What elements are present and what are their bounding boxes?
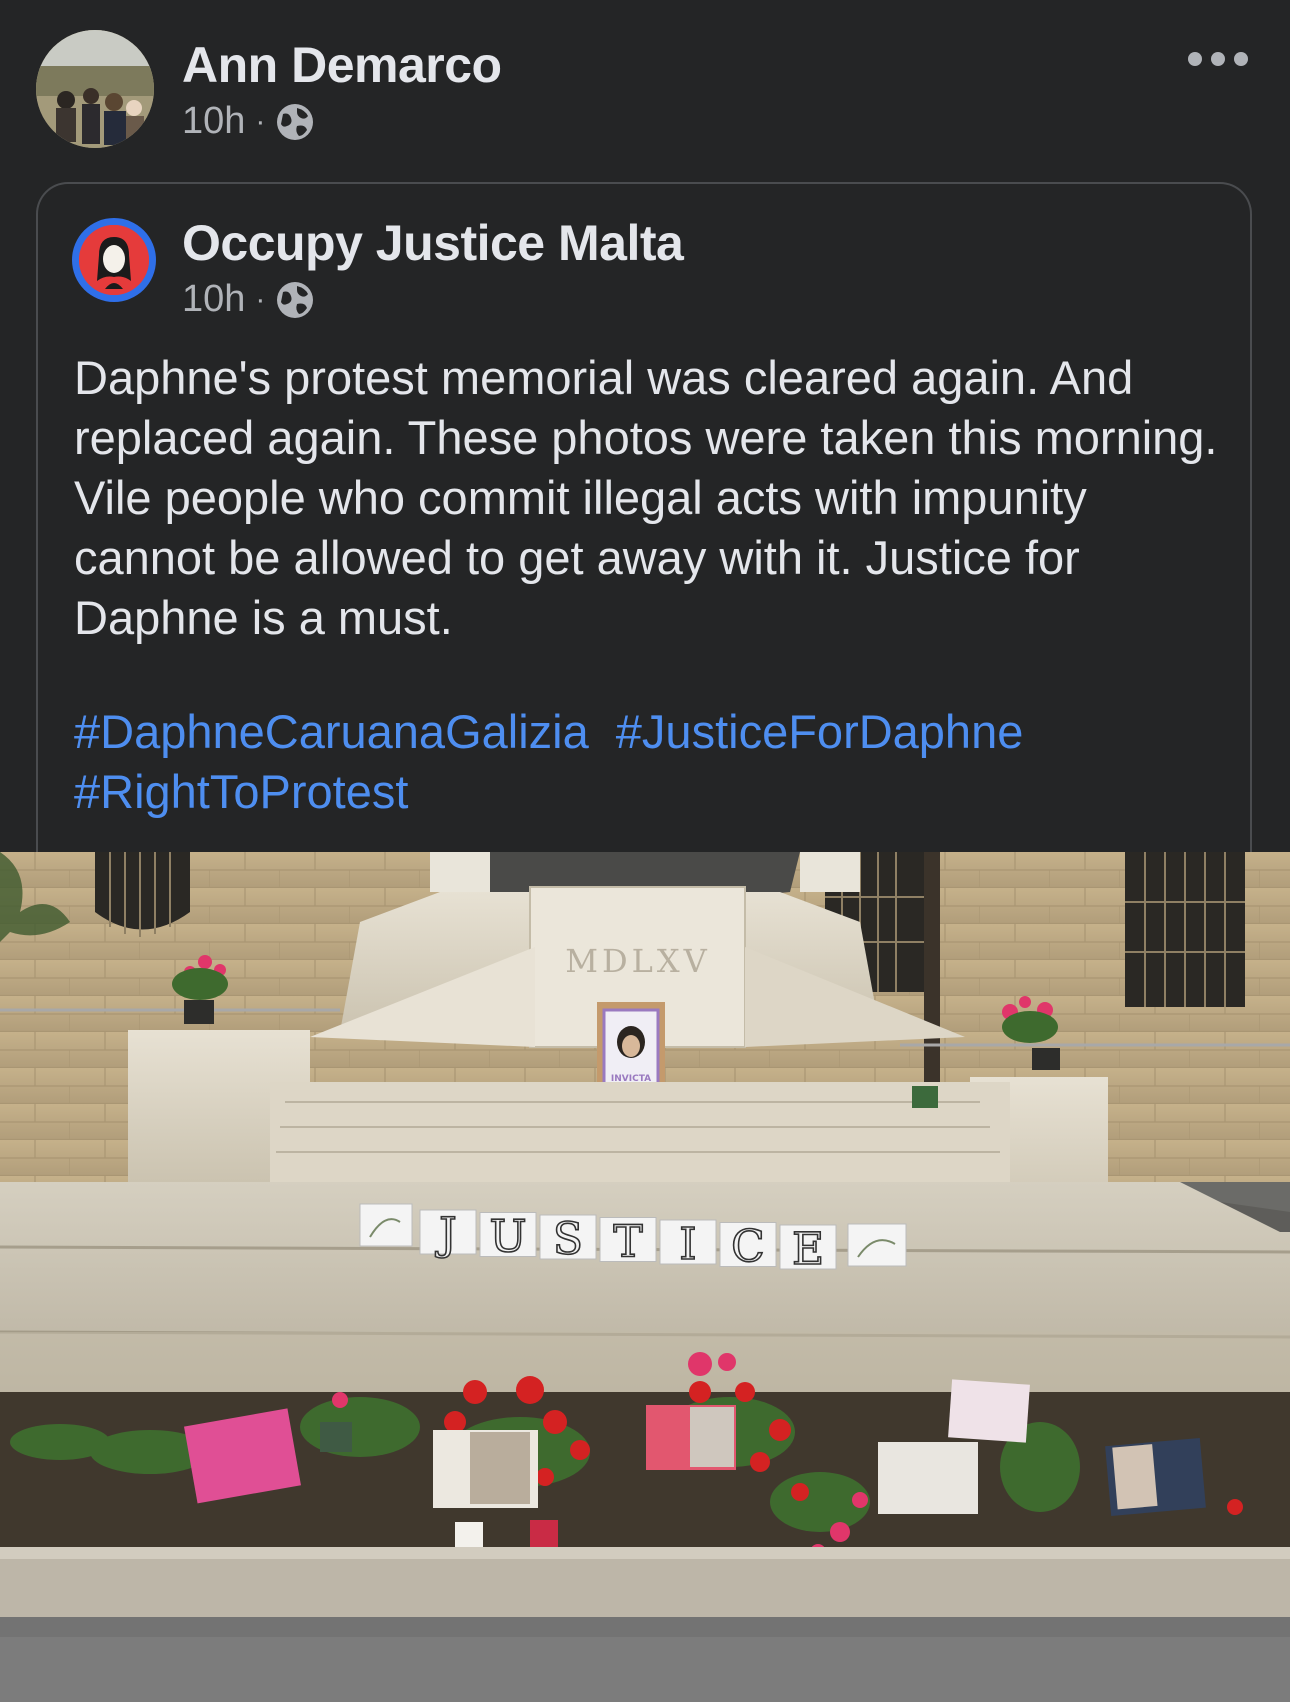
page-avatar[interactable] bbox=[72, 218, 156, 302]
justice-letter: T bbox=[613, 1217, 642, 1268]
hashtag-list: #DaphneCaruanaGalizia #JusticeForDaphne … bbox=[74, 702, 1234, 822]
author-avatar[interactable] bbox=[36, 30, 154, 148]
hashtag-link[interactable]: #JusticeForDaphne bbox=[616, 702, 1024, 762]
post-text: Daphne's protest memorial was cleared ag… bbox=[74, 351, 1218, 644]
globe-icon bbox=[277, 281, 314, 318]
shared-post-meta: 10h · bbox=[182, 278, 315, 321]
hashtag-link[interactable]: #DaphneCaruanaGalizia bbox=[74, 702, 589, 762]
justice-letter: S bbox=[553, 1214, 583, 1265]
justice-letter: U bbox=[489, 1212, 526, 1263]
justice-letter: J bbox=[435, 1209, 457, 1260]
pedestal-inscription: MDLXV bbox=[565, 942, 711, 980]
meta-separator: · bbox=[255, 282, 266, 316]
page-logo-icon bbox=[79, 225, 149, 295]
author-name[interactable]: Ann Demarco bbox=[182, 36, 502, 94]
justice-letter: I bbox=[679, 1219, 696, 1270]
meta-separator: · bbox=[255, 104, 266, 138]
shared-post-time[interactable]: 10h bbox=[182, 278, 245, 321]
memorial-photo: MDLXV INVICTA JUSTICE bbox=[0, 852, 1290, 1702]
more-options-button[interactable] bbox=[1188, 44, 1248, 74]
justice-letter: E bbox=[792, 1224, 824, 1275]
post-meta: 10h · bbox=[182, 100, 315, 143]
post-photo[interactable]: MDLXV INVICTA JUSTICE bbox=[0, 852, 1290, 1702]
page-name[interactable]: Occupy Justice Malta bbox=[182, 214, 684, 272]
globe-icon bbox=[277, 103, 314, 140]
justice-letter: C bbox=[731, 1222, 765, 1273]
post-time[interactable]: 10h bbox=[182, 100, 245, 143]
hashtag-link[interactable]: #RightToProtest bbox=[74, 762, 408, 822]
post-header: Ann Demarco 10h · bbox=[0, 0, 1290, 170]
more-options-icon bbox=[1188, 52, 1202, 66]
shared-post-card[interactable]: Occupy Justice Malta 10h · Daphne's prot… bbox=[36, 182, 1252, 882]
